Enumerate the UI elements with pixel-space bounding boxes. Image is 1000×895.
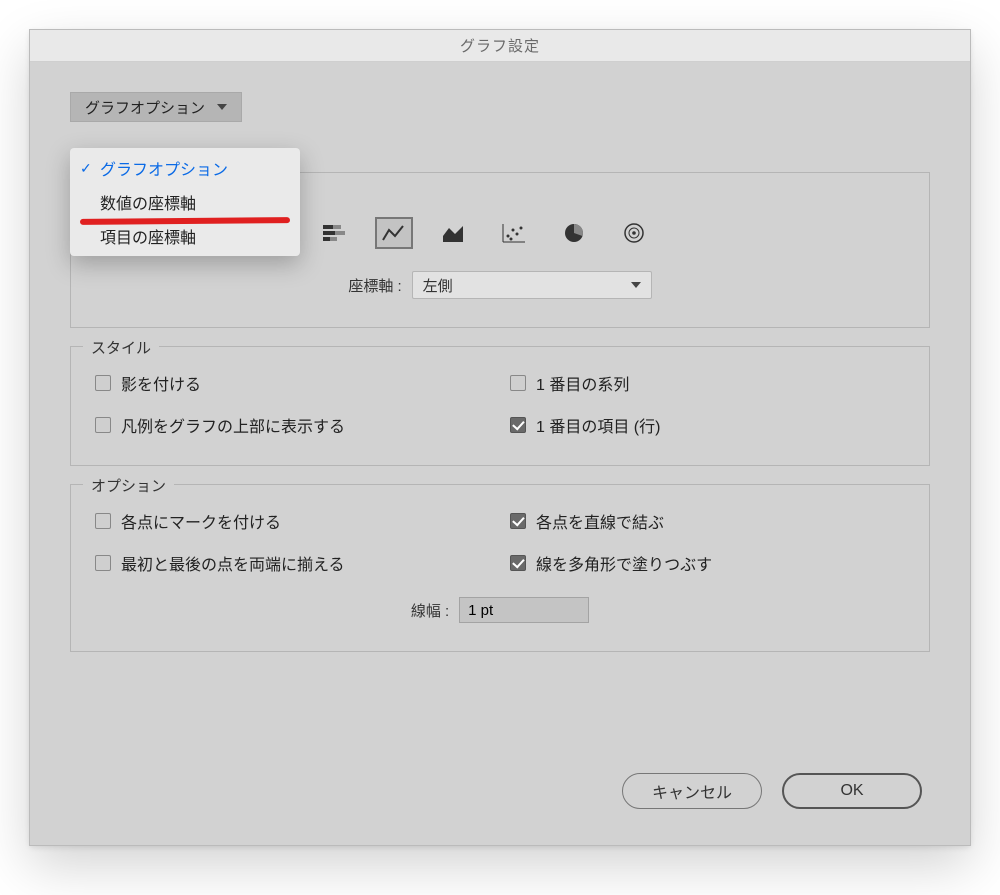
chevron-down-icon <box>217 104 227 110</box>
style-legend: スタイル <box>83 337 159 358</box>
axis-select[interactable]: 左側 <box>412 271 652 299</box>
titlebar: グラフ設定 <box>30 30 970 62</box>
option-legend: オプション <box>83 475 174 496</box>
chevron-down-icon <box>631 282 641 288</box>
dialog-window: グラフ設定 グラフオプション 種類 <box>30 30 970 845</box>
checkbox-icon <box>95 513 111 529</box>
style-fieldset: スタイル 影を付ける 1 番目の系列 凡例をグラフの上部に表示する 1 番目の項… <box>70 346 930 466</box>
graph-type-bar-hstacked[interactable] <box>315 217 353 249</box>
check-shadow[interactable]: 影を付ける <box>95 371 490 395</box>
checkbox-icon <box>95 417 111 433</box>
dropdown-item-label: 数値の座標軸 <box>100 190 196 214</box>
check-mark-points[interactable]: 各点にマークを付ける <box>95 509 490 533</box>
cancel-button[interactable]: キャンセル <box>622 773 762 809</box>
graph-type-scatter[interactable] <box>495 217 533 249</box>
ok-button[interactable]: OK <box>782 773 922 809</box>
graph-type-radar[interactable] <box>615 217 653 249</box>
checkbox-label: 1 番目の項目 (行) <box>536 413 660 437</box>
axis-row: 座標軸 : 左側 <box>95 271 905 299</box>
dropdown-item-label: 項目の座標軸 <box>100 224 196 248</box>
check-legend-top[interactable]: 凡例をグラフの上部に表示する <box>95 413 490 437</box>
check-first-row[interactable]: 1 番目の項目 (行) <box>510 413 905 437</box>
check-first-series[interactable]: 1 番目の系列 <box>510 371 905 395</box>
checkbox-label: 影を付ける <box>121 371 201 395</box>
check-icon: ✓ <box>80 160 92 177</box>
checkbox-label: 各点を直線で結ぶ <box>536 509 664 533</box>
dropdown-item-label: グラフオプション <box>100 156 228 180</box>
check-edge-align[interactable]: 最初と最後の点を両端に揃える <box>95 551 490 575</box>
axis-select-value: 左側 <box>423 275 453 296</box>
section-dropdown-menu: ✓ グラフオプション 数値の座標軸 項目の座標軸 <box>70 148 300 256</box>
window-title: グラフ設定 <box>460 35 540 56</box>
option-fieldset: オプション 各点にマークを付ける 各点を直線で結ぶ 最初と最後の点を両端に揃える… <box>70 484 930 652</box>
checkbox-label: 最初と最後の点を両端に揃える <box>121 551 345 575</box>
linewidth-input[interactable] <box>459 597 589 623</box>
checkbox-icon <box>510 555 526 571</box>
dropdown-item-value-axis[interactable]: 数値の座標軸 <box>70 185 300 219</box>
graph-type-area[interactable] <box>435 217 473 249</box>
button-label: キャンセル <box>652 779 732 803</box>
linewidth-row: 線幅 : <box>95 597 905 623</box>
check-fill-polygon[interactable]: 線を多角形で塗りつぶす <box>510 551 905 575</box>
axis-label: 座標軸 : <box>348 275 401 296</box>
checkbox-icon <box>95 555 111 571</box>
checkbox-icon <box>510 513 526 529</box>
graph-type-pie[interactable] <box>555 217 593 249</box>
checkbox-icon <box>510 417 526 433</box>
checkbox-icon <box>95 375 111 391</box>
checkbox-label: 1 番目の系列 <box>536 371 629 395</box>
button-label: OK <box>840 782 863 800</box>
checkbox-label: 凡例をグラフの上部に表示する <box>121 413 345 437</box>
checkbox-label: 各点にマークを付ける <box>121 509 281 533</box>
checkbox-label: 線を多角形で塗りつぶす <box>536 551 712 575</box>
graph-type-line[interactable] <box>375 217 413 249</box>
checkbox-icon <box>510 375 526 391</box>
check-connect-lines[interactable]: 各点を直線で結ぶ <box>510 509 905 533</box>
dropdown-item-graph-options[interactable]: ✓ グラフオプション <box>70 151 300 185</box>
button-row: キャンセル OK <box>622 773 922 809</box>
section-dropdown[interactable]: グラフオプション <box>70 92 242 122</box>
linewidth-label: 線幅 : <box>411 600 449 621</box>
dropdown-label: グラフオプション <box>85 97 205 118</box>
